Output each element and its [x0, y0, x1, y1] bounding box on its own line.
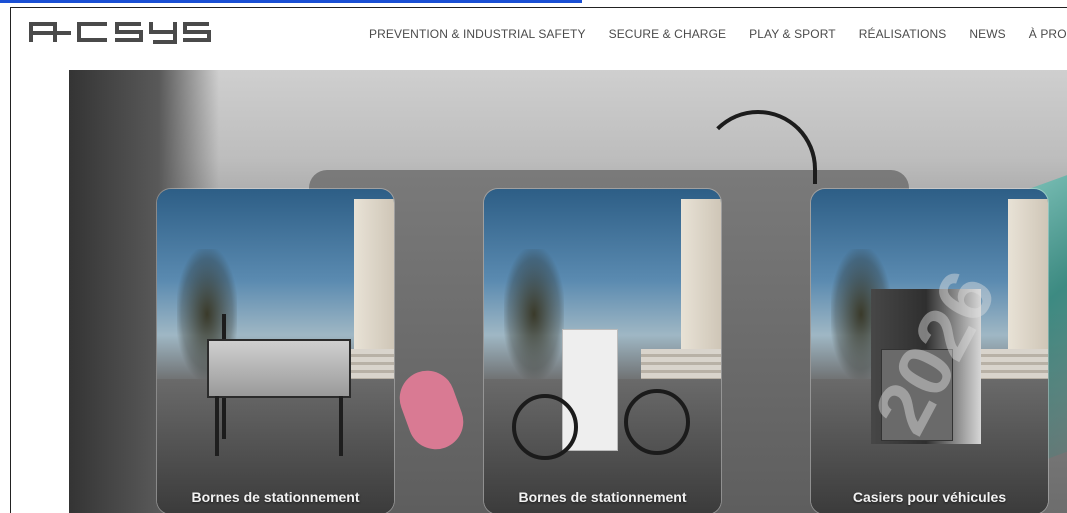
browser-page: PREVENTION & INDUSTRIAL SAFETY SECURE & …	[10, 7, 1067, 513]
top-accent-line	[0, 0, 582, 3]
nav-secure-charge[interactable]: SECURE & CHARGE	[609, 26, 727, 42]
acsys-logo-icon	[29, 22, 211, 44]
nav-realisations[interactable]: RÉALISATIONS	[859, 26, 947, 42]
hero-video-background: Bornes de stationnement Bornes de statio…	[69, 70, 1067, 513]
card-title: Bornes de stationnement	[191, 489, 360, 505]
bike-wheel	[512, 394, 578, 460]
nav-play-sport[interactable]: PLAY & SPORT	[749, 26, 836, 42]
product-card-scooter[interactable]: Bornes de stationnement	[157, 189, 394, 513]
scooter-stand-image	[207, 339, 351, 456]
card-title: Casiers pour véhicules	[852, 489, 1007, 505]
nav-news[interactable]: NEWS	[969, 26, 1005, 42]
bike-wheel	[624, 389, 690, 455]
stand-leg	[339, 396, 343, 456]
main-nav: PREVENTION & INDUSTRIAL SAFETY SECURE & …	[369, 26, 1067, 42]
nav-prevention[interactable]: PREVENTION & INDUSTRIAL SAFETY	[369, 26, 586, 42]
stand-leg	[215, 396, 219, 456]
site-header: PREVENTION & INDUSTRIAL SAFETY SECURE & …	[11, 8, 1067, 70]
tree-image	[504, 249, 564, 379]
product-card-bike[interactable]: Bornes de stationnement	[484, 189, 721, 513]
card-title: Bornes de stationnement	[518, 489, 687, 505]
hero-cable-shape	[699, 110, 817, 184]
product-card-locker[interactable]: 2026 Casiers pour véhicules	[811, 189, 1048, 513]
nav-a-propos[interactable]: À PROPOS	[1029, 26, 1067, 42]
site-logo[interactable]	[27, 20, 257, 49]
